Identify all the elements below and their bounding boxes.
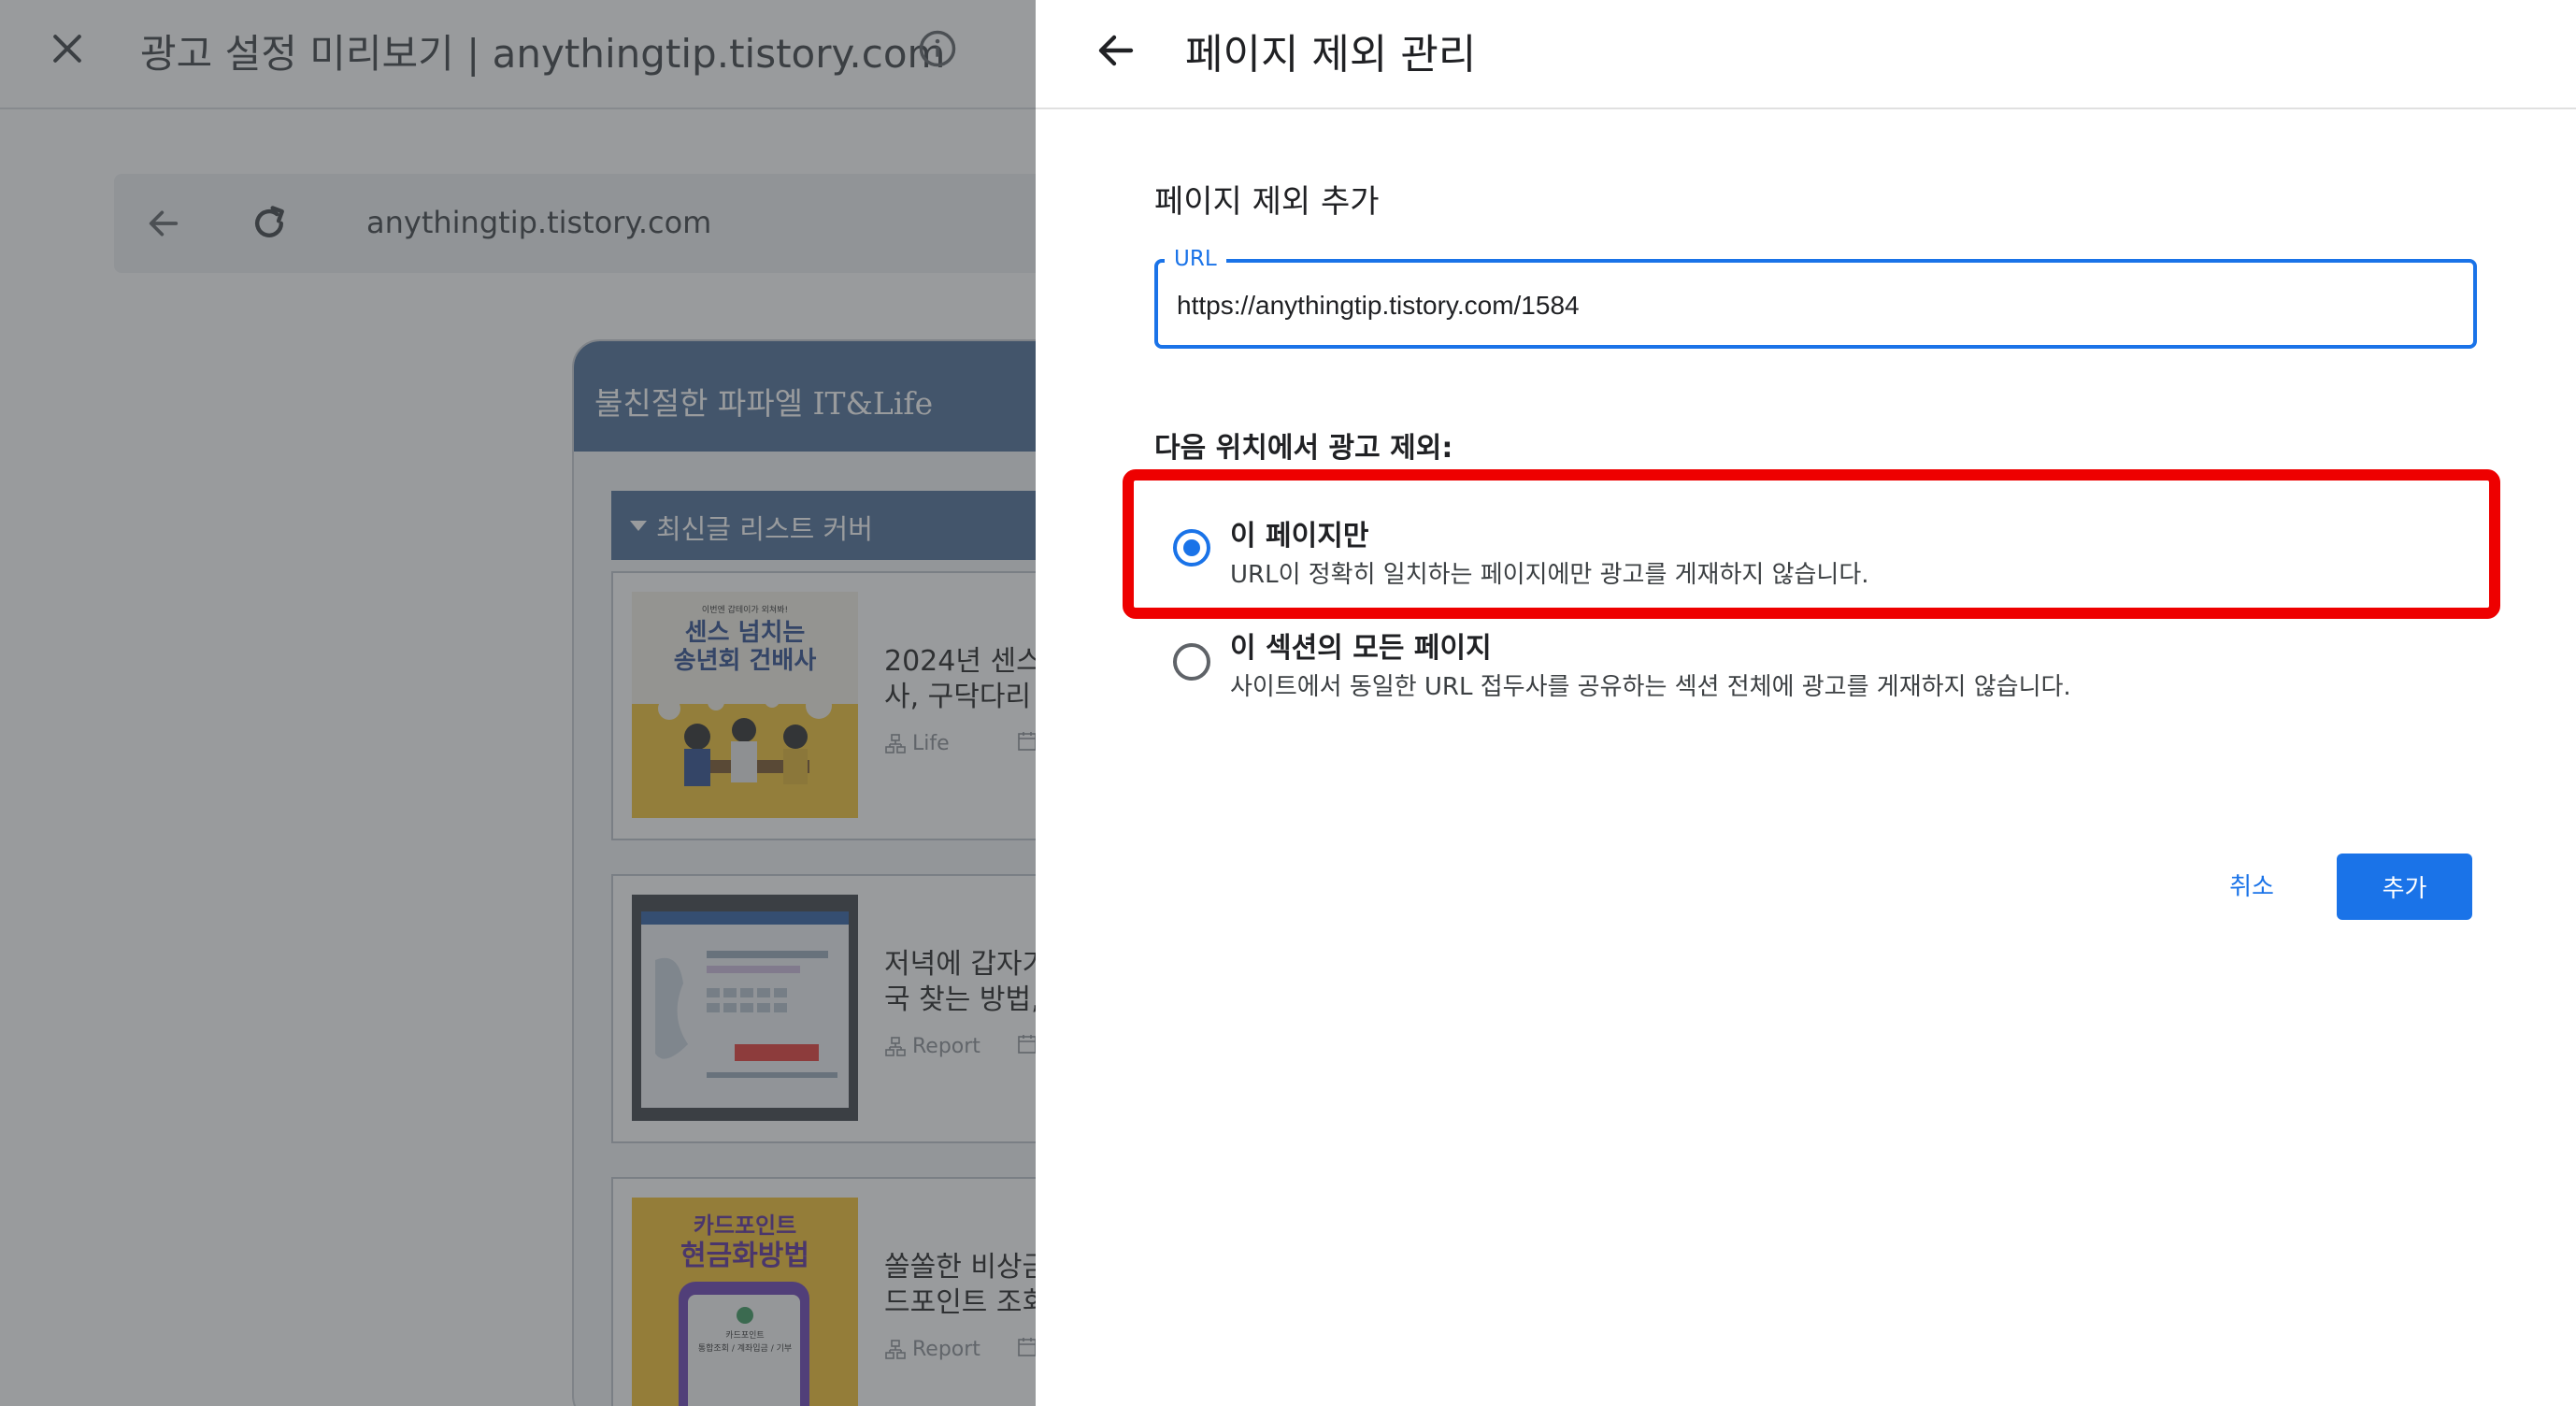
- post-thumbnail: 카드포인트 현금화방법 카드포인트 통합조회 / 계좌입금 / 기부: [632, 1198, 858, 1406]
- blog-post-item[interactable]: 저녁에 갑자기 국 찾는 방법, Report: [611, 874, 1036, 1143]
- blog-preview: 불친절한 파파엘 IT&Life 최신글 리스트 커버 이번엔 갑테이가 외쳐봐…: [572, 339, 1036, 1406]
- preview-title: 광고 설정 미리보기 | anythingtip.tistory.com: [140, 31, 946, 77]
- arrow-back-icon[interactable]: [1094, 28, 1138, 73]
- caret-down-icon: [630, 521, 647, 531]
- post-thumbnail: 이번엔 갑테이가 외쳐봐! 센스 넘치는 송년회 건배사: [632, 592, 858, 818]
- highlight-annotation: [1123, 469, 2500, 619]
- thumb-caption: 카드포인트: [725, 1330, 764, 1341]
- section-heading: 페이지 제외 추가: [1154, 183, 1380, 221]
- calendar-icon: [1018, 732, 1036, 751]
- add-button[interactable]: 추가: [2337, 854, 2472, 920]
- refresh-icon[interactable]: [249, 203, 290, 244]
- url-field[interactable]: [1154, 259, 2477, 349]
- blog-post-item[interactable]: 카드포인트 현금화방법 카드포인트 통합조회 / 계좌입금 / 기부 쏠쏠한 비…: [611, 1177, 1036, 1406]
- arrow-back-icon[interactable]: [145, 205, 182, 242]
- page-exclusion-panel: 페이지 제외 관리 페이지 제외 추가 URL 다음 위치에서 광고 제외: 이…: [1036, 0, 2576, 1406]
- cancel-button[interactable]: 취소: [2200, 851, 2303, 918]
- post-title: 2024년 센스 사, 구닥다리 ㄷ: [884, 645, 1036, 713]
- dialog-title: 페이지 제외 관리: [1185, 31, 1477, 79]
- thumb-caption: 통합조회 / 계좌입금 / 기부: [698, 1342, 792, 1354]
- option-description: 사이트에서 동일한 URL 접두사를 공유하는 섹션 전체에 광고를 게재하지 …: [1230, 673, 2071, 701]
- url-input[interactable]: [1177, 287, 2448, 324]
- blog-post-item[interactable]: 이번엔 갑테이가 외쳐봐! 센스 넘치는 송년회 건배사 2024년 센스 사,…: [611, 571, 1036, 840]
- thumb-heading: 센스 넘치는: [685, 619, 806, 647]
- post-title: 저녁에 갑자기 국 찾는 방법,: [884, 948, 1036, 1016]
- preview-toolbar: 광고 설정 미리보기 | anythingtip.tistory.com: [0, 0, 1036, 109]
- category-icon: [885, 734, 906, 753]
- blog-section-header[interactable]: 최신글 리스트 커버: [611, 491, 1036, 560]
- thumb-heading: 현금화방법: [680, 1240, 809, 1272]
- preview-url: anythingtip.tistory.com: [366, 205, 712, 240]
- thumb-heading: 카드포인트: [694, 1212, 796, 1239]
- post-category: Report: [884, 1338, 980, 1361]
- blog-section-label: 최신글 리스트 커버: [656, 513, 873, 545]
- blog-header: 불친절한 파파엘 IT&Life: [574, 341, 1036, 452]
- exclude-location-heading: 다음 위치에서 광고 제외:: [1154, 432, 1453, 465]
- radio-all-section-pages[interactable]: [1173, 643, 1210, 681]
- info-icon[interactable]: [918, 29, 957, 68]
- ad-preview-panel: 광고 설정 미리보기 | anythingtip.tistory.com any…: [0, 0, 1036, 1406]
- post-category: Report: [884, 1035, 980, 1058]
- close-icon[interactable]: [47, 28, 88, 69]
- calendar-icon: [1018, 1338, 1036, 1356]
- post-category: Life: [884, 732, 950, 755]
- category-icon: [885, 1340, 906, 1359]
- calendar-icon: [1018, 1035, 1036, 1054]
- thumb-caption: 이번엔 갑테이가 외쳐봐!: [702, 604, 788, 615]
- option-title[interactable]: 이 섹션의 모든 페이지: [1230, 624, 1492, 666]
- post-thumbnail: [632, 895, 858, 1121]
- thumb-heading: 송년회 건배사: [674, 647, 817, 675]
- dialog-header: 페이지 제외 관리: [1036, 0, 2576, 109]
- url-field-label: URL: [1165, 245, 1226, 273]
- post-title: 쏠쏠한 비상금 드포인트 조회: [884, 1251, 1036, 1319]
- blog-title: 불친절한 파파엘 IT&Life: [594, 385, 934, 422]
- category-icon: [885, 1037, 906, 1056]
